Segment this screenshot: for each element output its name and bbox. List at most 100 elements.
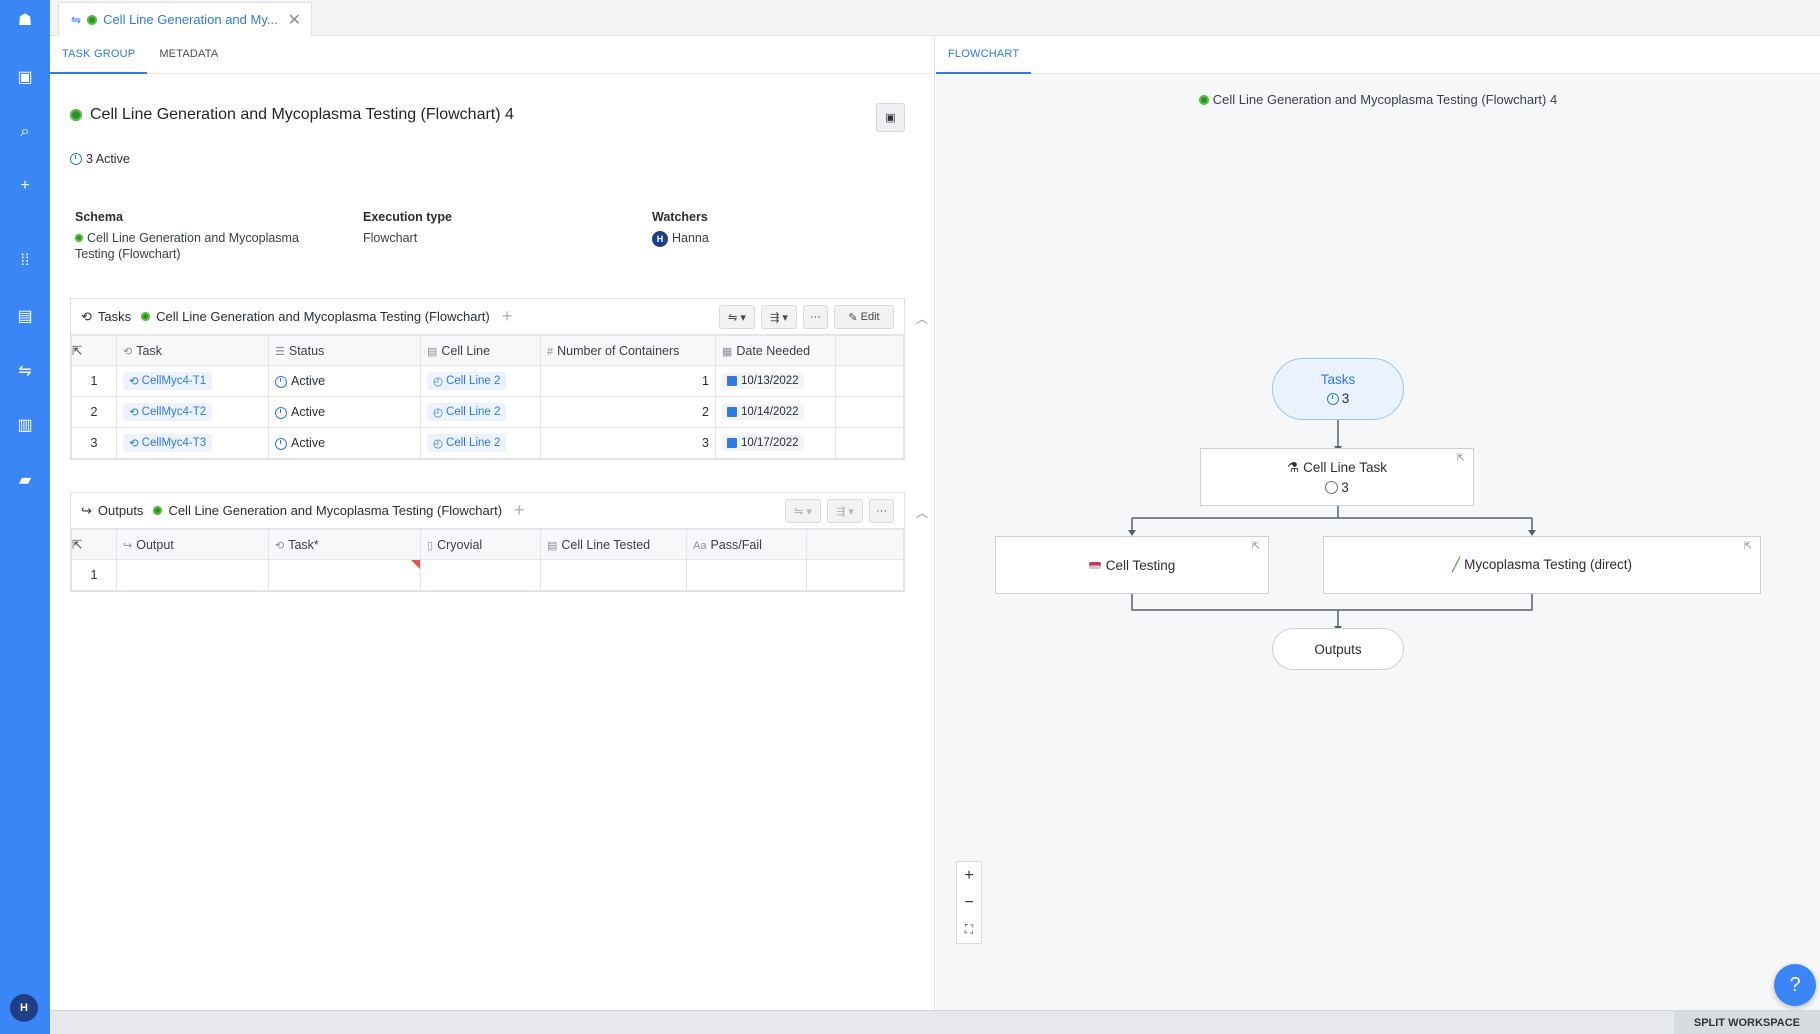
search-icon[interactable]: ⌕: [0, 117, 50, 147]
add-column-plus-icon[interactable]: +: [502, 306, 513, 327]
table-row[interactable]: 2 ⟲ CellMyc4-T2 Active ◴ Cell Line 2 2 1…: [71, 396, 904, 428]
outputs-card-label: Outputs: [97, 503, 144, 518]
flow-node-tasks-count: 3: [1341, 391, 1350, 406]
table-row[interactable]: 1 ⟲ CellMyc4-T1 Active ◴ Cell Line 2 1 1…: [71, 365, 904, 397]
watcher-name[interactable]: Hanna: [672, 231, 709, 245]
flow-node-cell-line-task[interactable]: ⇱ ⚗ Cell Line Task 3: [1200, 448, 1474, 506]
flow-node-cell-line-task-count: 3: [1341, 479, 1349, 495]
folder-icon[interactable]: ▰: [0, 465, 50, 495]
outputs-card-schema[interactable]: Cell Line Generation and Mycoplasma Test…: [168, 503, 502, 518]
notebook-icon[interactable]: ▤: [0, 301, 50, 331]
watchers-field: Watchers H Hanna: [652, 210, 852, 247]
column-header-output[interactable]: ↪ Output: [116, 529, 269, 560]
task-link-chip[interactable]: ⟲ CellMyc4-T1: [123, 372, 213, 390]
open-node-icon[interactable]: ⇱: [1744, 541, 1752, 552]
archive-button[interactable]: ▣: [876, 103, 905, 132]
required-marker-icon: [411, 560, 420, 569]
more-options-button[interactable]: ···: [869, 499, 894, 523]
left-subtabs: TASK GROUP METADATA: [50, 36, 934, 74]
cell-line-chip[interactable]: ◴ Cell Line 2: [427, 434, 507, 452]
column-header-date-needed[interactable]: ▦ Date Needed: [715, 335, 836, 366]
column-header-containers[interactable]: # Number of Containers: [540, 335, 716, 366]
task-link-chip[interactable]: ⟲ CellMyc4-T3: [123, 434, 213, 452]
open-node-icon[interactable]: ⇱: [1252, 541, 1260, 552]
more-options-button[interactable]: ···: [803, 305, 828, 329]
tasks-card-schema[interactable]: Cell Line Generation and Mycoplasma Test…: [156, 309, 490, 324]
document-tab[interactable]: ⇋ Cell Line Generation and My... ✕: [58, 2, 312, 36]
schema-link[interactable]: Cell Line Generation and Mycoplasma Test…: [75, 231, 299, 261]
split-workspace-button[interactable]: SPLIT WORKSPACE: [1673, 1011, 1820, 1034]
cryovial-cell[interactable]: [420, 559, 541, 591]
open-node-icon[interactable]: ⇱: [1457, 453, 1465, 464]
execution-type-value: Flowchart: [363, 231, 418, 245]
columns-menu-button[interactable]: ⇶ ▾: [761, 305, 797, 329]
entity-icon: ▤: [427, 345, 438, 358]
zoom-in-button[interactable]: +: [957, 862, 981, 889]
date-chip[interactable]: 10/14/2022: [722, 404, 804, 420]
create-plus-icon[interactable]: +: [0, 171, 50, 201]
column-header-task[interactable]: ⟲ Task: [116, 335, 269, 366]
edit-button[interactable]: ✎ Edit: [834, 305, 894, 329]
select-all-cell[interactable]: ⇱: [71, 335, 117, 366]
column-header-cell-line-tested[interactable]: ▤ Cell Line Tested: [540, 529, 687, 560]
collapse-outputs-chevron-icon[interactable]: ︿: [916, 504, 928, 521]
containers-value: 2: [540, 396, 716, 428]
flow-node-cell-testing[interactable]: ⇱ Cell Testing: [995, 536, 1269, 594]
zoom-controls: + − ⛶: [956, 861, 982, 944]
page-title-text: Cell Line Generation and Mycoplasma Test…: [90, 106, 514, 123]
workflow-icon[interactable]: ⇋: [0, 356, 50, 386]
cell-line-tested-cell[interactable]: [540, 559, 687, 591]
edit-button-label: Edit: [860, 311, 880, 323]
table-row[interactable]: 3 ⟲ CellMyc4-T3 Active ◴ Cell Line 2 3 1…: [71, 427, 904, 459]
benchling-logo-icon[interactable]: ☗: [0, 5, 50, 35]
execution-type-field: Execution type Flowchart: [363, 210, 563, 246]
clock-icon: [1326, 393, 1339, 405]
user-avatar[interactable]: H: [10, 994, 38, 1022]
tab-task-group[interactable]: TASK GROUP: [50, 36, 148, 74]
flowchart-pane: FLOWCHART Cell Line Generation and Mycop…: [936, 36, 1820, 1010]
tab-metadata[interactable]: METADATA: [147, 36, 230, 74]
schema-field: Schema Cell Line Generation and Mycoplas…: [75, 210, 315, 262]
status-summary-text: 3 Active: [86, 152, 130, 166]
date-chip[interactable]: 10/17/2022: [722, 435, 804, 451]
output-cell[interactable]: [116, 559, 269, 591]
help-button[interactable]: ?: [1774, 964, 1816, 1006]
inventory-icon[interactable]: ▣: [0, 62, 50, 92]
column-header-status[interactable]: ☰ Status: [268, 335, 421, 366]
tasks-icon: ⟲: [81, 308, 92, 324]
date-chip[interactable]: 10/13/2022: [722, 373, 804, 389]
pass-fail-cell[interactable]: [686, 559, 807, 591]
columns-menu-button[interactable]: ⇶ ▾: [827, 499, 863, 523]
workflow-menu-button[interactable]: ⇋ ▾: [719, 305, 755, 329]
cell-line-chip[interactable]: ◴ Cell Line 2: [427, 372, 507, 390]
close-icon[interactable]: ✕: [288, 10, 301, 30]
column-header-task[interactable]: ⟲ Task*: [268, 529, 421, 560]
flow-node-mycoplasma-testing[interactable]: ⇱ ╱ Mycoplasma Testing (direct): [1323, 536, 1761, 594]
zoom-out-button[interactable]: −: [957, 889, 981, 916]
apps-grid-icon[interactable]: ⁞⁞: [0, 246, 50, 276]
workflow-menu-button[interactable]: ⇋ ▾: [785, 499, 821, 523]
column-header-cell-line[interactable]: ▤ Cell Line: [420, 335, 541, 366]
task-link-chip[interactable]: ⟲ CellMyc4-T2: [123, 403, 213, 421]
select-all-cell[interactable]: ⇱: [71, 529, 117, 560]
fit-view-button[interactable]: ⛶: [957, 916, 981, 943]
flow-node-tasks[interactable]: Tasks 3: [1272, 358, 1404, 420]
flask-icon: [1088, 561, 1101, 569]
task-cell[interactable]: [268, 559, 421, 591]
microscope-icon: ⚗: [1287, 459, 1300, 475]
outputs-icon: ↪: [81, 502, 92, 518]
number-icon: #: [547, 345, 554, 358]
collapse-tasks-chevron-icon[interactable]: ︿: [916, 310, 928, 327]
cell-line-chip[interactable]: ◴ Cell Line 2: [427, 403, 507, 421]
calendar-icon: [727, 407, 737, 417]
output-icon: ↪: [123, 539, 133, 552]
column-header-cryovial[interactable]: ▯ Cryovial: [420, 529, 541, 560]
column-header-pass-fail[interactable]: Aa Pass/Fail: [686, 529, 807, 560]
flow-node-tasks-label: Tasks: [1320, 372, 1356, 387]
workflow-icon: ⇋: [71, 12, 82, 27]
insights-chart-icon[interactable]: ▥: [0, 410, 50, 440]
flow-node-outputs[interactable]: Outputs: [1272, 628, 1404, 670]
table-row[interactable]: 1: [71, 559, 904, 591]
task-group-pane: TASK GROUP METADATA Cell Line Generation…: [50, 36, 935, 1010]
add-column-plus-icon[interactable]: +: [514, 500, 525, 521]
